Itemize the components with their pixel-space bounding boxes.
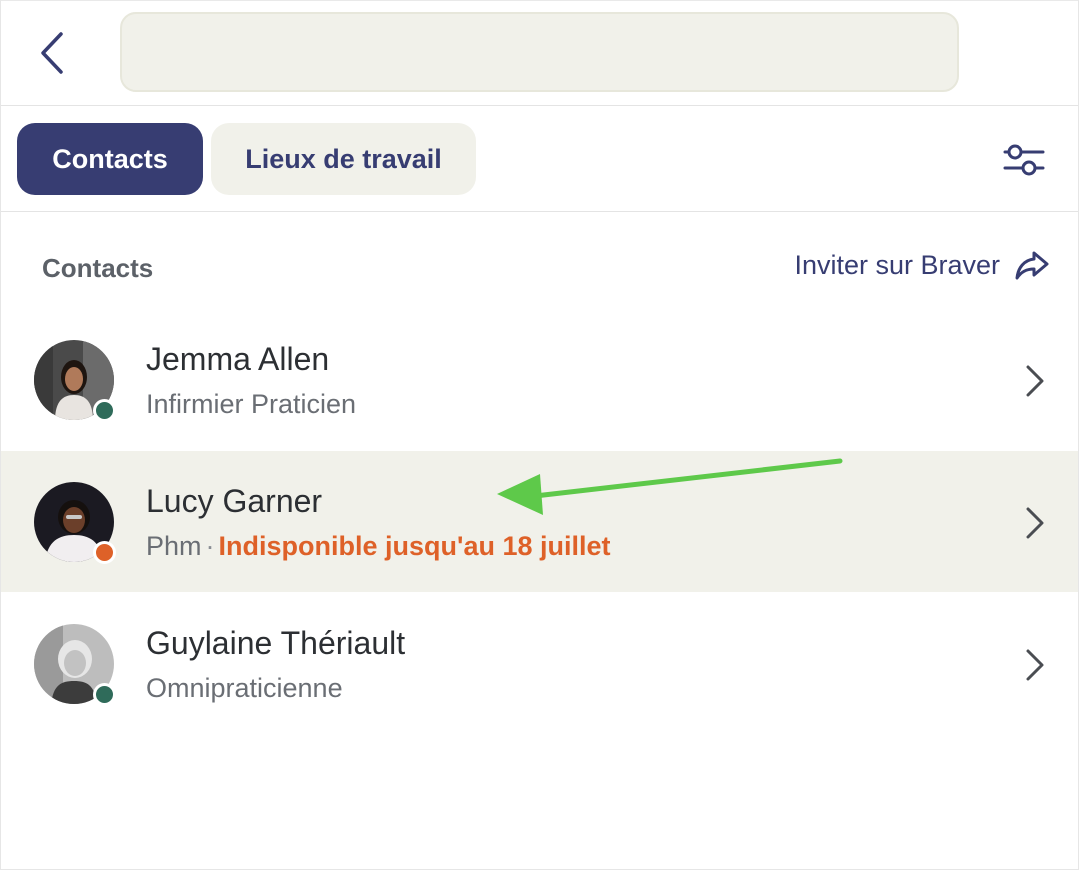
- avatar: [33, 339, 116, 422]
- tab-contacts[interactable]: Contacts: [17, 123, 203, 195]
- app-frame: Contacts Lieux de travail Contacts Invit…: [0, 0, 1079, 870]
- sliders-icon: [1003, 144, 1045, 176]
- list-item[interactable]: Guylaine Thériault Omnipraticienne: [1, 593, 1078, 734]
- filter-button[interactable]: [999, 140, 1049, 180]
- list-item[interactable]: Lucy Garner Phm · Indisponible jusqu'au 18…: [1, 451, 1078, 592]
- chevron-left-icon: [41, 32, 63, 74]
- contact-role: Phm: [146, 531, 202, 561]
- contact-name: Jemma Allen: [146, 341, 330, 377]
- contact-name: Lucy Garner: [146, 483, 323, 519]
- availability-status: Indisponible jusqu'au 18 juillet: [218, 531, 611, 561]
- search-input[interactable]: [120, 12, 959, 92]
- status-online-dot: [93, 399, 116, 422]
- section-title: Contacts: [42, 253, 154, 283]
- contact-role: Omnipraticienne: [146, 673, 343, 703]
- contact-role: Infirmier Praticien: [146, 389, 357, 419]
- avatar: [33, 623, 116, 706]
- tab-bar: Contacts Lieux de travail: [1, 106, 1078, 212]
- avatar: [33, 481, 116, 564]
- contact-name: Guylaine Thériault: [146, 625, 406, 661]
- top-bar: [1, 1, 1078, 106]
- contact-subtitle: Phm · Indisponible jusqu'au 18 juillet: [146, 531, 611, 562]
- status-online-dot: [93, 683, 116, 706]
- invite-link[interactable]: Inviter sur Braver: [794, 249, 1050, 281]
- invite-label: Inviter sur Braver: [794, 249, 1000, 280]
- list-item[interactable]: Jemma Allen Infirmier Praticien: [1, 309, 1078, 450]
- status-away-dot: [93, 541, 116, 564]
- separator: ·: [205, 531, 215, 561]
- chevron-right-icon: [1026, 365, 1044, 397]
- share-arrow-icon: [1015, 251, 1049, 280]
- back-button[interactable]: [29, 25, 73, 81]
- chevron-right-icon: [1026, 649, 1044, 681]
- chevron-right-icon: [1026, 507, 1044, 539]
- tab-workplaces[interactable]: Lieux de travail: [211, 123, 476, 195]
